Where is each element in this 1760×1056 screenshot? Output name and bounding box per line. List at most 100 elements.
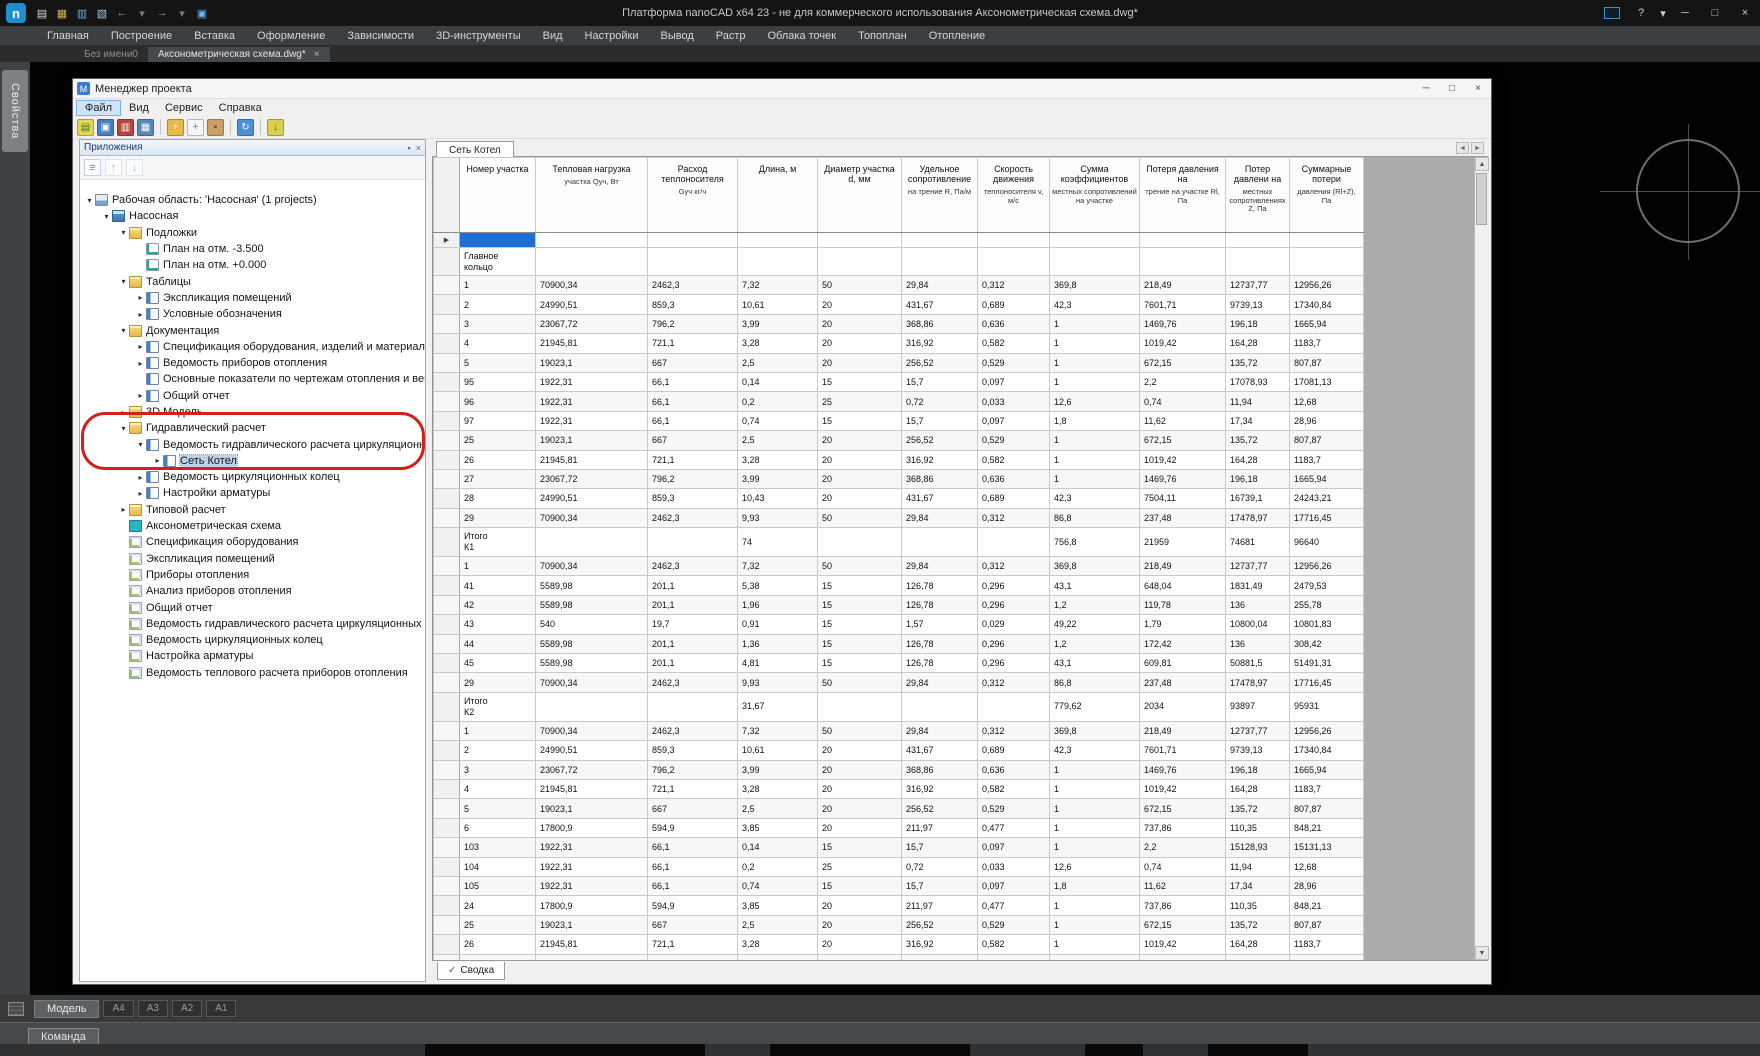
help-button[interactable]: ? xyxy=(1626,1,1656,25)
dialog-maximize-button[interactable]: □ xyxy=(1439,80,1465,98)
tree-item[interactable]: Ведомость теплового расчета приборов ото… xyxy=(80,665,425,681)
expander-closed-icon[interactable]: ▸ xyxy=(135,391,146,400)
menu-item[interactable]: Зависимости xyxy=(336,26,425,45)
tree-item[interactable]: ▾Ведомость гидравлического расчета цирку… xyxy=(80,436,425,452)
tab-scroll-left-icon[interactable]: ◄ xyxy=(1456,142,1469,154)
table-row[interactable]: 519023,16672,520256,520,5291672,15135,72… xyxy=(434,799,1364,818)
row-selector[interactable] xyxy=(434,876,460,895)
menu-item[interactable]: Растр xyxy=(705,26,757,45)
save-file-icon[interactable]: ▥ xyxy=(74,5,90,21)
layout-tab-a4[interactable]: A4 xyxy=(103,1000,133,1017)
menu-item[interactable]: Топоплан xyxy=(847,26,918,45)
table-row[interactable]: 2621945,81721,13,2820316,920,58211019,42… xyxy=(434,935,1364,954)
expander-open-icon[interactable]: ▾ xyxy=(118,277,129,286)
table-row[interactable]: 170900,342462,37,325029,840,312369,8218,… xyxy=(434,276,1364,295)
tree-item[interactable]: ▸Настройки арматуры xyxy=(80,485,425,501)
monitor-icon[interactable]: ▣ xyxy=(194,5,210,21)
expander-closed-icon[interactable]: ▸ xyxy=(135,310,146,319)
table-row[interactable]: 1031922,3166,10,141515,70,09712,215128,9… xyxy=(434,838,1364,857)
table-row[interactable]: 2519023,16672,520256,520,5291672,15135,7… xyxy=(434,915,1364,934)
tree-item[interactable]: ▸Спецификация оборудования, изделий и ма… xyxy=(80,339,425,355)
sheets-icon[interactable] xyxy=(8,1002,24,1016)
tree-item[interactable]: Общий отчет xyxy=(80,599,425,615)
total-row[interactable]: Итого К231,67779,6220349389795931 xyxy=(434,692,1364,721)
empty-row[interactable]: ▶ xyxy=(434,233,1364,248)
vertical-scrollbar[interactable]: ▲ ▼ xyxy=(1474,157,1488,960)
column-header[interactable]: Скорость движениятеплоносителя v, м/с xyxy=(978,158,1050,233)
table-row[interactable]: 224990,51859,310,6120431,670,68942,37601… xyxy=(434,741,1364,760)
column-header[interactable]: Потер давлени наместных сопротивлениях Z… xyxy=(1226,158,1290,233)
expander-open-icon[interactable]: ▾ xyxy=(84,196,95,205)
table-row[interactable]: 2824990,51859,310,4320431,670,68942,3750… xyxy=(434,489,1364,508)
table-row[interactable]: 2970900,342462,39,935029,840,31286,8237,… xyxy=(434,508,1364,527)
row-selector[interactable] xyxy=(434,935,460,954)
dialog-close-button[interactable]: × xyxy=(1465,80,1491,98)
tree-item[interactable]: Аксонометрическая схема xyxy=(80,518,425,534)
dialog-menu-item[interactable]: Вид xyxy=(121,101,157,115)
row-selector[interactable] xyxy=(434,411,460,430)
tree-item[interactable]: ▾Рабочая область: 'Насосная' (1 projects… xyxy=(80,192,425,208)
row-selector[interactable] xyxy=(434,595,460,614)
column-header[interactable]: Сумма коэффициентовместных сопротивлений… xyxy=(1050,158,1140,233)
move-up-icon[interactable]: ↑ xyxy=(105,159,122,176)
row-selector[interactable] xyxy=(434,557,460,576)
tab-scroll-right-icon[interactable]: ► xyxy=(1471,142,1484,154)
table-row[interactable]: 425589,98201,11,9615126,780,2961,2119,78… xyxy=(434,595,1364,614)
table-row[interactable]: 170900,342462,37,325029,840,312369,8218,… xyxy=(434,721,1364,740)
row-selector[interactable] xyxy=(434,760,460,779)
tree-item[interactable]: План на отм. -3.500 xyxy=(80,241,425,257)
refresh-icon[interactable]: ↻ xyxy=(237,119,254,136)
close-button[interactable]: × xyxy=(1730,1,1760,25)
tree-item[interactable]: ▸Условные обозначения xyxy=(80,306,425,322)
dialog-titlebar[interactable]: М Менеджер проекта ─ □ × xyxy=(73,79,1491,99)
clipboard-icon[interactable]: ▪ xyxy=(207,119,224,136)
expander-closed-icon[interactable]: ▸ xyxy=(135,359,146,368)
dialog-menu-item[interactable]: Справка xyxy=(211,101,270,115)
menu-item[interactable]: Отопление xyxy=(918,26,996,45)
expander-closed-icon[interactable]: ▸ xyxy=(135,489,146,498)
tree-item[interactable]: ▸Общий отчет xyxy=(80,388,425,404)
maximize-button[interactable]: □ xyxy=(1700,1,1730,25)
tree-item[interactable]: Спецификация оборудования xyxy=(80,534,425,550)
tree-item[interactable]: План на отм. +0.000 xyxy=(80,257,425,273)
tree-item[interactable]: ▸Сеть Котел xyxy=(80,453,425,469)
table-row[interactable]: 415589,98201,15,3815126,780,29643,1648,0… xyxy=(434,576,1364,595)
menu-item[interactable]: Главная xyxy=(36,26,100,45)
table-row[interactable]: 323067,72796,23,9920368,860,63611469,761… xyxy=(434,760,1364,779)
dialog-menu-item[interactable]: Сервис xyxy=(157,101,211,115)
layout-tab-a2[interactable]: A2 xyxy=(172,1000,202,1017)
section-row[interactable]: Главное кольцо xyxy=(434,248,1364,276)
expander-closed-icon[interactable]: ▸ xyxy=(118,505,129,514)
model-tab[interactable]: Модель xyxy=(34,1000,99,1018)
open-project-icon[interactable]: ▤ xyxy=(77,119,94,136)
redo-dropdown-icon[interactable]: ▾ xyxy=(174,5,190,21)
row-selector[interactable] xyxy=(434,314,460,333)
table-row[interactable]: 421945,81721,13,2820316,920,58211019,421… xyxy=(434,334,1364,353)
row-selector[interactable] xyxy=(434,392,460,411)
row-selector[interactable] xyxy=(434,508,460,527)
dialog-menu-item[interactable]: Файл xyxy=(76,100,121,116)
row-selector[interactable] xyxy=(434,673,460,692)
display-mode-icon[interactable] xyxy=(1604,7,1620,19)
new-document-icon[interactable]: + xyxy=(187,119,204,136)
pin-icon[interactable]: ▪ xyxy=(408,143,411,153)
help-dropdown-icon[interactable]: ▾ xyxy=(1656,1,1670,25)
layout-tab-a1[interactable]: A1 xyxy=(206,1000,236,1017)
row-selector[interactable] xyxy=(434,915,460,934)
redo-icon[interactable]: → xyxy=(154,5,170,21)
menu-item[interactable]: Оформление xyxy=(246,26,336,45)
table-row[interactable]: 971922,3166,10,741515,70,0971,811,6217,3… xyxy=(434,411,1364,430)
properties-panel-tab[interactable]: Свойства xyxy=(2,70,28,152)
menu-item[interactable]: 3D-инструменты xyxy=(425,26,532,45)
dialog-minimize-button[interactable]: ─ xyxy=(1413,80,1439,98)
row-selector[interactable] xyxy=(434,450,460,469)
move-down-icon[interactable]: ↓ xyxy=(126,159,143,176)
tree-item[interactable]: Настройка арматуры xyxy=(80,648,425,664)
column-header[interactable]: Удельное сопротивлениена трение R, Па/м xyxy=(902,158,978,233)
close-project-icon[interactable]: ▥ xyxy=(117,119,134,136)
close-panel-icon[interactable]: × xyxy=(416,143,421,153)
column-header[interactable]: Суммарные потеридавления (Rl+Z), Па xyxy=(1290,158,1364,233)
menu-item[interactable]: Вставка xyxy=(183,26,246,45)
row-selector[interactable] xyxy=(434,353,460,372)
row-selector[interactable] xyxy=(434,654,460,673)
